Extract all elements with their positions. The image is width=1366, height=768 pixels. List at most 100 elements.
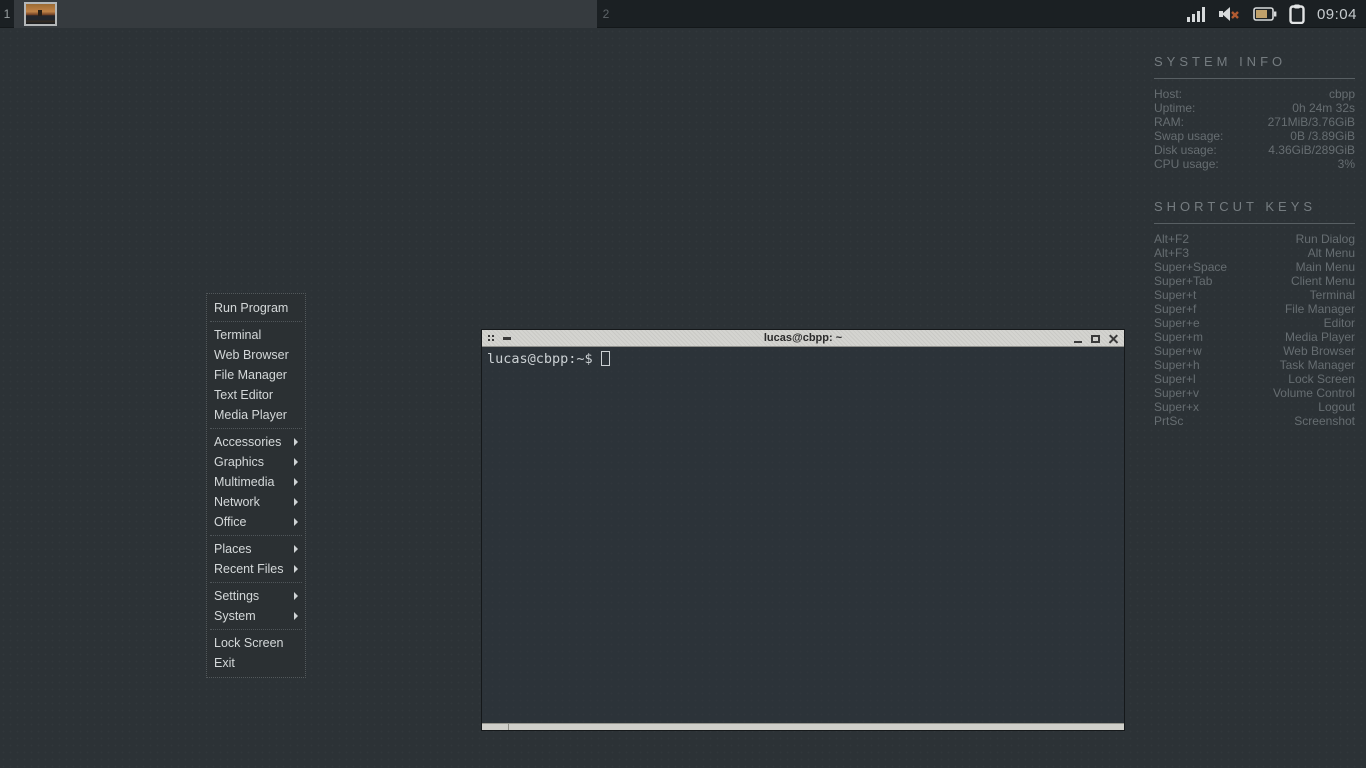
system-info-value: cbpp <box>1329 87 1355 101</box>
terminal-titlebar[interactable]: lucas@cbpp: ~ <box>482 330 1124 347</box>
menu-item-label: Lock Screen <box>214 633 283 653</box>
system-info-label: RAM: <box>1154 115 1184 129</box>
shortcut-keys-divider <box>1154 223 1355 224</box>
titlebar-right-buttons <box>1074 330 1118 347</box>
system-info-list: Host: cbpp Uptime: 0h 24m 32s RAM: 271Mi… <box>1154 87 1355 171</box>
shortcut-key-row: Super+Tab Client Menu <box>1154 274 1355 288</box>
menu-item[interactable]: Office <box>207 512 305 532</box>
network-signal-icon[interactable] <box>1187 6 1207 22</box>
shade-button[interactable] <box>503 337 511 340</box>
menu-item[interactable]: Web Browser <box>207 345 305 365</box>
terminal-window-thumbnail-icon <box>26 4 55 24</box>
menu-item-label: Web Browser <box>214 345 289 365</box>
system-info-row: Swap usage: 0B /3.89GiB <box>1154 129 1355 143</box>
window-menu-icon[interactable] <box>488 335 495 342</box>
menu-item[interactable]: Network <box>207 492 305 512</box>
terminal-title: lucas@cbpp: ~ <box>482 330 1124 347</box>
menu-item[interactable]: Settings <box>207 586 305 606</box>
shortcut-key-action: Task Manager <box>1280 358 1355 372</box>
top-panel: 1 2 <box>0 0 1366 28</box>
menu-item[interactable] <box>210 582 302 583</box>
menu-item[interactable]: Multimedia <box>207 472 305 492</box>
shortcut-key-row: Super+Space Main Menu <box>1154 260 1355 274</box>
terminal-content[interactable]: lucas@cbpp:~$ <box>482 347 1124 723</box>
shortcut-key-row: Super+w Web Browser <box>1154 344 1355 358</box>
window-resize-handle[interactable] <box>482 723 1124 730</box>
system-info-label: CPU usage: <box>1154 157 1219 171</box>
terminal-prompt: lucas@cbpp:~$ <box>487 351 593 367</box>
minimize-button[interactable] <box>1074 341 1082 343</box>
menu-item[interactable] <box>210 428 302 429</box>
shortcut-key-row: Alt+F3 Alt Menu <box>1154 246 1355 260</box>
menu-item-label: Run Program <box>214 298 288 318</box>
menu-item-label: Terminal <box>214 325 261 345</box>
menu-item[interactable]: Recent Files <box>207 559 305 579</box>
shortcut-key-row: PrtSc Screenshot <box>1154 414 1355 428</box>
shortcut-key-combo: Super+Space <box>1154 260 1227 274</box>
menu-item[interactable]: Lock Screen <box>207 633 305 653</box>
menu-item[interactable]: Places <box>207 539 305 559</box>
shortcut-key-action: Main Menu <box>1296 260 1355 274</box>
menu-item-label: Places <box>214 539 252 559</box>
shortcut-key-action: Terminal <box>1310 288 1355 302</box>
menu-item-label: Settings <box>214 586 259 606</box>
system-info-label: Disk usage: <box>1154 143 1217 157</box>
shortcut-key-action: Media Player <box>1285 330 1355 344</box>
battery-icon[interactable] <box>1253 7 1277 21</box>
menu-item[interactable]: Terminal <box>207 325 305 345</box>
menu-item-label: Network <box>214 492 260 512</box>
menu-item-label: Accessories <box>214 432 281 452</box>
shortcut-key-combo: Super+x <box>1154 400 1199 414</box>
openbox-root-menu: Run Program Terminal Web Browser File Ma… <box>206 293 306 678</box>
submenu-arrow-icon <box>294 545 298 553</box>
menu-item-label: Multimedia <box>214 472 274 492</box>
shortcut-key-action: Editor <box>1324 316 1355 330</box>
menu-item[interactable]: Accessories <box>207 432 305 452</box>
conky-overlay: SYSTEM INFO Host: cbpp Uptime: 0h 24m 32… <box>1154 54 1355 428</box>
workspace-1-label[interactable]: 1 <box>0 0 14 28</box>
shortcut-key-combo: Super+e <box>1154 316 1200 330</box>
menu-item[interactable]: Graphics <box>207 452 305 472</box>
shortcut-key-action: Screenshot <box>1294 414 1355 428</box>
workspace-2-label[interactable]: 2 <box>597 0 615 28</box>
system-info-label: Swap usage: <box>1154 129 1223 143</box>
maximize-button[interactable] <box>1091 335 1100 343</box>
shortcut-key-combo: Super+l <box>1154 372 1196 386</box>
menu-item[interactable]: Exit <box>207 653 305 673</box>
menu-item[interactable]: Text Editor <box>207 385 305 405</box>
system-info-title: SYSTEM INFO <box>1154 54 1355 69</box>
close-button[interactable] <box>1109 334 1118 343</box>
menu-item-label: Recent Files <box>214 559 283 579</box>
titlebar-left-buttons <box>488 330 511 347</box>
menu-item-label: Exit <box>214 653 235 673</box>
submenu-arrow-icon <box>294 458 298 466</box>
volume-muted-icon[interactable] <box>1219 6 1241 22</box>
menu-item[interactable]: Run Program <box>207 298 305 318</box>
submenu-arrow-icon <box>294 498 298 506</box>
shortcut-key-action: Lock Screen <box>1288 372 1355 386</box>
shortcut-key-row: Super+t Terminal <box>1154 288 1355 302</box>
menu-item[interactable]: Media Player <box>207 405 305 425</box>
system-info-row: RAM: 271MiB/3.76GiB <box>1154 115 1355 129</box>
shortcut-key-action: Web Browser <box>1283 344 1355 358</box>
menu-item[interactable]: System <box>207 606 305 626</box>
shortcut-key-row: Super+f File Manager <box>1154 302 1355 316</box>
submenu-arrow-icon <box>294 592 298 600</box>
shortcut-key-combo: Alt+F3 <box>1154 246 1189 260</box>
menu-item-label: Text Editor <box>214 385 273 405</box>
shortcut-key-action: Logout <box>1318 400 1355 414</box>
terminal-prompt-line: lucas@cbpp:~$ <box>487 350 1119 367</box>
menu-item[interactable] <box>210 321 302 322</box>
system-info-value: 0B /3.89GiB <box>1290 129 1355 143</box>
shortcut-key-row: Super+x Logout <box>1154 400 1355 414</box>
system-info-label: Host: <box>1154 87 1182 101</box>
shortcut-key-row: Alt+F2 Run Dialog <box>1154 232 1355 246</box>
shortcut-key-row: Super+h Task Manager <box>1154 358 1355 372</box>
menu-item[interactable] <box>210 535 302 536</box>
taskbar-terminal-button[interactable] <box>24 2 57 26</box>
menu-item[interactable] <box>210 629 302 630</box>
clipboard-icon[interactable] <box>1289 4 1305 24</box>
shortcut-key-row: Super+l Lock Screen <box>1154 372 1355 386</box>
menu-item[interactable]: File Manager <box>207 365 305 385</box>
menu-item-label: Graphics <box>214 452 264 472</box>
